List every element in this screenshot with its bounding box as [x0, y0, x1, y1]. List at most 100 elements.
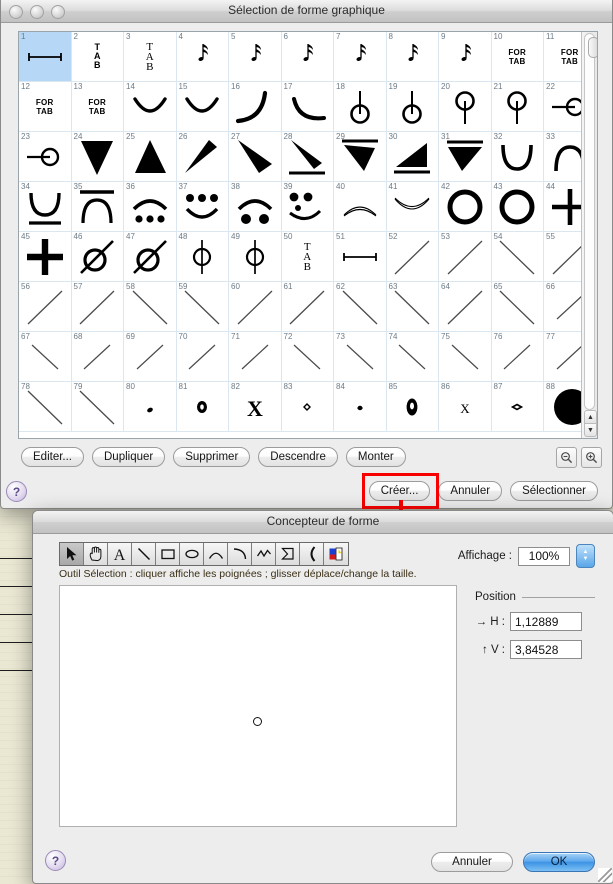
shape-cell-15[interactable]: 15 [177, 82, 230, 132]
help-button[interactable]: ? [6, 481, 27, 502]
shape-cell-40[interactable]: 40 [334, 182, 387, 232]
slur-tool[interactable] [300, 543, 324, 565]
designer-toolbar[interactable]: A [59, 542, 349, 566]
hand-tool[interactable] [84, 543, 108, 565]
shape-cell-27[interactable]: 27 [229, 132, 282, 182]
shape-cell-63[interactable]: 63 [387, 282, 440, 332]
shape-cell-47[interactable]: 47 [124, 232, 177, 282]
zoom-stepper[interactable]: ▲ ▼ [576, 544, 595, 568]
shape-cell-85[interactable]: 85 [387, 382, 440, 432]
shape-cell-68[interactable]: 68 [72, 332, 125, 382]
shape-cell-30[interactable]: 30 [387, 132, 440, 182]
designer-button-row[interactable]: AnnulerOK [431, 852, 595, 872]
shape-cell-73[interactable]: 73 [334, 332, 387, 382]
shape-cell-9[interactable]: 9 [439, 32, 492, 82]
shape-cell-67[interactable]: 67 [19, 332, 72, 382]
shape-cell-31[interactable]: 31 [439, 132, 492, 182]
shape-cell-71[interactable]: 71 [229, 332, 282, 382]
shape-cell-28[interactable]: 28 [282, 132, 335, 182]
scrollbar-thumb[interactable] [588, 37, 598, 58]
shape-cell-2[interactable]: 2TAB [72, 32, 125, 82]
stepper-up-icon[interactable]: ▲ [583, 549, 589, 556]
shape-cell-21[interactable]: 21 [492, 82, 545, 132]
shape-cell-78[interactable]: 78 [19, 382, 72, 432]
shape-cell-49[interactable]: 49 [229, 232, 282, 282]
zoom-level-field[interactable]: 100% [518, 547, 570, 566]
shape-cell-64[interactable]: 64 [439, 282, 492, 332]
shape-cell-12[interactable]: 12FORTAB [19, 82, 72, 132]
shape-cell-76[interactable]: 76 [492, 332, 545, 382]
button-descendre[interactable]: Descendre [258, 447, 338, 467]
shape-cell-4[interactable]: 4 [177, 32, 230, 82]
button-editer[interactable]: Editer... [21, 447, 84, 467]
shape-cell-58[interactable]: 58 [124, 282, 177, 332]
shape-cell-36[interactable]: 36 [124, 182, 177, 232]
scroll-down-arrow-icon[interactable]: ▼ [584, 423, 597, 437]
shape-cell-13[interactable]: 13FORTAB [72, 82, 125, 132]
shape-cell-5[interactable]: 5 [229, 32, 282, 82]
polygon-tool[interactable] [276, 543, 300, 565]
ellipse-tool[interactable] [180, 543, 204, 565]
shape-cell-19[interactable]: 19 [387, 82, 440, 132]
shape-cell-74[interactable]: 74 [387, 332, 440, 382]
scrollbar-track[interactable] [584, 33, 595, 410]
scroll-up-arrow-icon[interactable]: ▲ [584, 410, 597, 424]
shape-cell-29[interactable]: 29 [334, 132, 387, 182]
shape-cell-7[interactable]: 7 [334, 32, 387, 82]
zoom-out-icon[interactable] [556, 447, 577, 468]
shape-cell-52[interactable]: 52 [387, 232, 440, 282]
shape-cell-20[interactable]: 20 [439, 82, 492, 132]
shape-cell-87[interactable]: 87 [492, 382, 545, 432]
shape-cell-61[interactable]: 61 [282, 282, 335, 332]
shape-cell-82[interactable]: 82X [229, 382, 282, 432]
shape-cell-6[interactable]: 6 [282, 32, 335, 82]
shape-cell-83[interactable]: 83 [282, 382, 335, 432]
shape-cell-56[interactable]: 56 [19, 282, 72, 332]
stepper-down-icon[interactable]: ▼ [583, 556, 589, 563]
shape-grid-scrollview[interactable]: 12TAB3TAB45678910FORTAB11FORTAB12FORTAB1… [18, 31, 598, 439]
shape-designer-titlebar[interactable]: Concepteur de forme [33, 511, 613, 534]
shape-cell-69[interactable]: 69 [124, 332, 177, 382]
rectangle-tool[interactable] [156, 543, 180, 565]
shape-cell-10[interactable]: 10FORTAB [492, 32, 545, 82]
curve-tool[interactable] [228, 543, 252, 565]
shape-cell-84[interactable]: 84 [334, 382, 387, 432]
shape-cell-59[interactable]: 59 [177, 282, 230, 332]
button-supprimer[interactable]: Supprimer [173, 447, 250, 467]
shape-selection-titlebar[interactable]: Sélection de forme graphique [1, 0, 612, 23]
shape-cell-39[interactable]: 39 [282, 182, 335, 232]
button-ok[interactable]: OK [523, 852, 595, 872]
shape-cell-26[interactable]: 26 [177, 132, 230, 182]
shape-cell-48[interactable]: 48 [177, 232, 230, 282]
canvas-shape-circle[interactable] [253, 717, 262, 726]
shape-cell-32[interactable]: 32 [492, 132, 545, 182]
shape-cell-43[interactable]: 43 [492, 182, 545, 232]
zoom-in-icon[interactable] [581, 447, 602, 468]
shape-cell-8[interactable]: 8 [387, 32, 440, 82]
shape-cell-72[interactable]: 72 [282, 332, 335, 382]
shape-cell-70[interactable]: 70 [177, 332, 230, 382]
zigzag-tool[interactable] [252, 543, 276, 565]
shape-cell-53[interactable]: 53 [439, 232, 492, 282]
shape-cell-80[interactable]: 80 [124, 382, 177, 432]
shape-cell-54[interactable]: 54 [492, 232, 545, 282]
fill-color-tool[interactable] [324, 543, 348, 565]
shape-cell-35[interactable]: 35 [72, 182, 125, 232]
shape-cell-45[interactable]: 45 [19, 232, 72, 282]
button-annuler[interactable]: Annuler [438, 481, 502, 501]
shape-cell-1[interactable]: 1 [19, 32, 72, 82]
button-dupliquer[interactable]: Dupliquer [92, 447, 165, 467]
shape-cell-81[interactable]: 81 [177, 382, 230, 432]
shape-grid-scrollbar[interactable]: ▲ ▼ [581, 32, 597, 438]
button-monter[interactable]: Monter [346, 447, 406, 467]
selection-arrow-tool[interactable] [60, 543, 84, 565]
h-value-field[interactable]: 1,12889 [510, 612, 582, 631]
shape-cell-60[interactable]: 60 [229, 282, 282, 332]
shape-cell-65[interactable]: 65 [492, 282, 545, 332]
resize-grip[interactable] [598, 868, 612, 882]
v-value-field[interactable]: 3,84528 [510, 640, 582, 659]
shape-cell-51[interactable]: 51 [334, 232, 387, 282]
shape-cell-57[interactable]: 57 [72, 282, 125, 332]
shape-cell-62[interactable]: 62 [334, 282, 387, 332]
shape-cell-75[interactable]: 75 [439, 332, 492, 382]
